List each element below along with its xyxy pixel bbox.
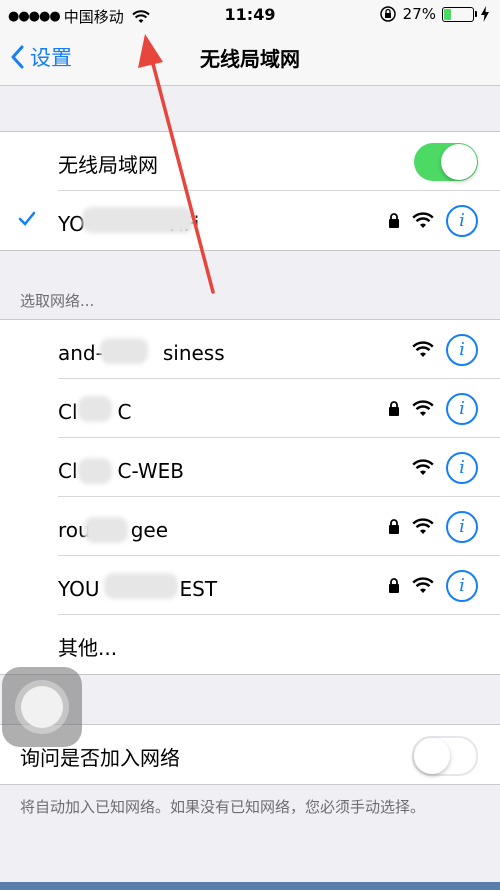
network-row[interactable]: and- siness i	[0, 320, 500, 379]
other-label: 其他...	[58, 636, 118, 660]
toggle-knob	[441, 144, 477, 180]
lock-icon	[389, 578, 399, 593]
wifi-icon	[412, 577, 434, 593]
assistive-core	[21, 686, 63, 728]
wlan-label: 无线局域网	[58, 153, 158, 177]
network-row[interactable]: YOU EST i	[0, 556, 500, 615]
redaction-blur	[82, 207, 194, 233]
wifi-icon	[412, 518, 434, 534]
info-icon[interactable]: i	[446, 511, 478, 543]
page-title: 无线局域网	[200, 47, 300, 71]
networks-group: and- siness i Cl C i Cl C-WEB i rou gee …	[0, 319, 500, 675]
redaction-blur	[78, 396, 112, 422]
bottom-edge-strip	[0, 882, 500, 890]
network-name: Cl C-WEB	[58, 459, 185, 483]
wifi-icon	[412, 459, 434, 475]
info-icon[interactable]: i	[446, 570, 478, 602]
lock-icon	[389, 519, 399, 534]
charging-icon	[481, 6, 489, 22]
wlan-toggle[interactable]	[414, 143, 478, 181]
lock-icon	[389, 213, 399, 228]
footer-note: 将自动加入已知网络。如果没有已知网络，您必须手动选择。	[20, 798, 426, 816]
info-icon[interactable]: i	[446, 334, 478, 366]
info-icon[interactable]: i	[446, 205, 478, 237]
redaction-blur	[84, 517, 128, 543]
battery-fill	[444, 8, 451, 20]
wifi-icon	[412, 341, 434, 357]
wlan-toggle-row: 无线局域网	[0, 132, 500, 191]
battery-percent: 27%	[402, 5, 436, 23]
redaction-blur	[104, 573, 178, 599]
status-bar: ●●●●● 中国移动 11:49 27%	[0, 0, 500, 30]
network-row[interactable]: Cl C i	[0, 379, 500, 438]
network-row[interactable]: Cl C-WEB i	[0, 438, 500, 497]
checkmark-icon	[18, 211, 36, 226]
connected-network-row[interactable]: YO ViFi i	[0, 191, 500, 250]
wifi-icon	[412, 400, 434, 416]
orientation-lock-icon	[379, 6, 396, 22]
network-row[interactable]: rou gee i	[0, 497, 500, 556]
toggle-knob	[414, 738, 450, 774]
ask-join-toggle[interactable]	[412, 736, 478, 776]
lock-icon	[389, 401, 399, 416]
navigation-bar: 设置 无线局域网	[0, 30, 500, 86]
info-icon[interactable]: i	[446, 452, 478, 484]
battery-icon	[442, 6, 477, 22]
redaction-blur	[78, 458, 112, 484]
wlan-group: 无线局域网 YO ViFi i	[0, 131, 500, 251]
assistive-touch-icon[interactable]	[2, 667, 82, 747]
status-right: 27%	[379, 5, 490, 23]
redaction-blur	[100, 338, 148, 364]
wifi-icon	[412, 212, 434, 228]
info-icon[interactable]: i	[446, 393, 478, 425]
other-network-row[interactable]: 其他...	[0, 615, 500, 674]
section-header-choose: 选取网络...	[20, 292, 95, 310]
